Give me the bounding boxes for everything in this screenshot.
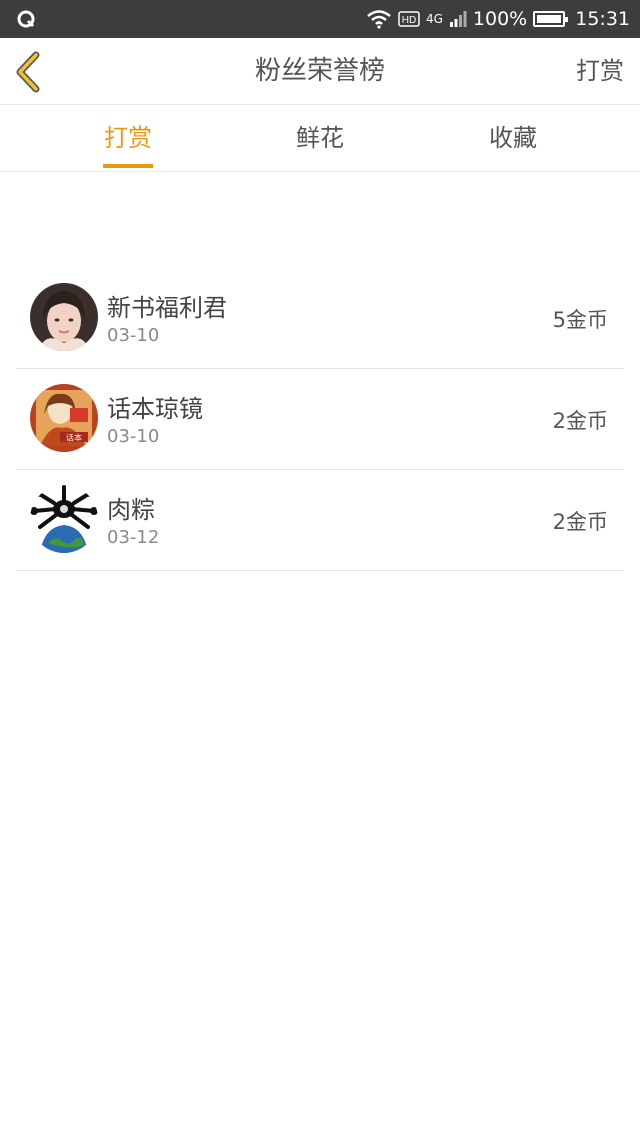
svg-text:HD: HD bbox=[402, 15, 416, 26]
top-nav-bar: 粉丝荣誉榜 打赏 bbox=[0, 38, 640, 105]
battery-percent: 100% bbox=[472, 8, 528, 30]
list-item[interactable]: 肉粽 03-12 2金币 bbox=[16, 470, 624, 571]
app-notification-icon bbox=[17, 10, 35, 28]
svg-text:话本: 话本 bbox=[66, 433, 82, 443]
tab-flowers[interactable]: 鲜花 bbox=[260, 106, 380, 172]
reward-date: 03-10 bbox=[107, 426, 160, 447]
hd-icon: HD bbox=[398, 11, 420, 27]
tab-reward[interactable]: 打赏 bbox=[68, 106, 188, 172]
signal-icon bbox=[449, 11, 467, 27]
user-name: 话本琼镜 bbox=[107, 395, 203, 423]
user-name: 肉粽 bbox=[107, 496, 155, 524]
reward-date: 03-10 bbox=[107, 325, 160, 346]
page-title: 粉丝荣誉榜 bbox=[254, 56, 385, 86]
status-bar: HD 4G 100% 15:31 bbox=[0, 0, 640, 38]
list-item[interactable]: 新书福利君 03-10 5金币 bbox=[16, 268, 624, 369]
user-name: 新书福利君 bbox=[107, 294, 227, 322]
avatar bbox=[30, 485, 98, 553]
clock: 15:31 bbox=[575, 8, 630, 30]
back-arrow-icon[interactable] bbox=[10, 50, 50, 94]
reward-amount: 2金币 bbox=[552, 510, 608, 534]
reward-button[interactable]: 打赏 bbox=[576, 38, 624, 105]
tab-bar: 打赏 鲜花 收藏 bbox=[0, 106, 640, 172]
status-indicators: HD 4G 100% 15:31 bbox=[366, 0, 630, 38]
reward-amount: 2金币 bbox=[552, 409, 608, 433]
network-type: 4G bbox=[425, 12, 443, 26]
wifi-icon bbox=[367, 10, 391, 29]
tab-label: 打赏 bbox=[104, 124, 152, 152]
tab-label: 鲜花 bbox=[296, 124, 344, 152]
reward-date: 03-12 bbox=[107, 527, 160, 548]
tab-favorites[interactable]: 收藏 bbox=[453, 106, 573, 172]
reward-amount: 5金币 bbox=[552, 308, 608, 332]
battery-icon bbox=[533, 11, 569, 27]
avatar bbox=[30, 283, 98, 351]
avatar: 话本 bbox=[30, 384, 98, 452]
fan-list: 新书福利君 03-10 5金币 话本 话本琼镜 03-10 2金币 肉粽 03-… bbox=[16, 268, 624, 571]
tab-label: 收藏 bbox=[489, 124, 537, 152]
active-tab-indicator bbox=[103, 164, 153, 168]
list-item[interactable]: 话本 话本琼镜 03-10 2金币 bbox=[16, 369, 624, 470]
